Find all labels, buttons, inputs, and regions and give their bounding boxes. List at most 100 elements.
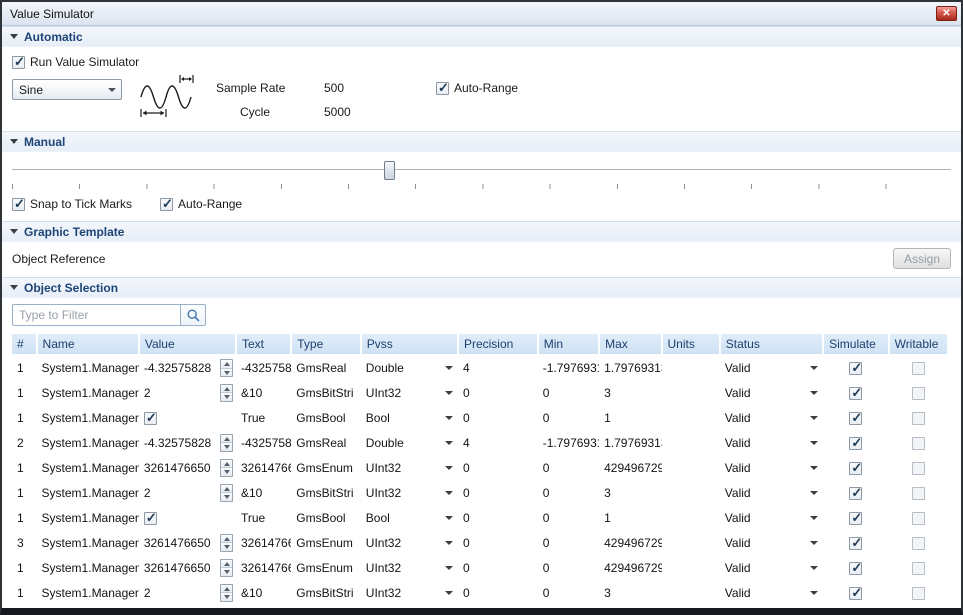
column-header[interactable]: Pvss bbox=[361, 334, 458, 355]
status-dropdown[interactable]: Valid bbox=[720, 380, 823, 405]
value-cell[interactable]: 2 bbox=[139, 480, 236, 505]
status-dropdown[interactable]: Valid bbox=[720, 555, 823, 580]
spinner-down-icon[interactable] bbox=[221, 592, 232, 601]
section-header-object-selection[interactable]: Object Selection bbox=[2, 277, 961, 298]
auto-range-checkbox-automatic[interactable] bbox=[436, 82, 449, 95]
spinner-down-icon[interactable] bbox=[221, 392, 232, 401]
status-dropdown[interactable]: Valid bbox=[720, 580, 823, 605]
pvss-dropdown[interactable]: Double bbox=[361, 355, 458, 380]
spinner-down-icon[interactable] bbox=[221, 467, 232, 476]
column-header[interactable]: Type bbox=[291, 334, 361, 355]
section-header-graphic-template[interactable]: Graphic Template bbox=[2, 221, 961, 242]
value-spinner[interactable] bbox=[220, 484, 233, 502]
status-dropdown[interactable]: Valid bbox=[720, 455, 823, 480]
column-header[interactable]: Text bbox=[236, 334, 291, 355]
status-dropdown[interactable]: Valid bbox=[720, 405, 823, 430]
simulate-checkbox[interactable] bbox=[849, 412, 862, 425]
status-dropdown[interactable]: Valid bbox=[720, 505, 823, 530]
column-header[interactable]: Simulate bbox=[823, 334, 888, 355]
simulate-checkbox[interactable] bbox=[849, 612, 862, 615]
simulate-checkbox[interactable] bbox=[849, 437, 862, 450]
value-cell[interactable] bbox=[139, 405, 236, 430]
column-header[interactable]: Max bbox=[599, 334, 661, 355]
pvss-dropdown[interactable]: Bool bbox=[361, 605, 458, 615]
spinner-down-icon[interactable] bbox=[221, 368, 232, 377]
value-cell[interactable]: 3261476650 bbox=[139, 555, 236, 580]
pvss-dropdown[interactable]: UInt32 bbox=[361, 380, 458, 405]
value-cell[interactable]: 2 bbox=[139, 580, 236, 605]
pvss-dropdown[interactable]: Bool bbox=[361, 505, 458, 530]
column-header[interactable]: Units bbox=[662, 334, 720, 355]
value-spinner[interactable] bbox=[220, 384, 233, 402]
value-cell[interactable]: -4.32575828 bbox=[139, 430, 236, 455]
snap-to-tick-marks-checkbox[interactable] bbox=[12, 198, 25, 211]
auto-range-checkbox-manual[interactable] bbox=[160, 198, 173, 211]
section-header-automatic[interactable]: Automatic bbox=[2, 26, 961, 47]
pvss-dropdown[interactable]: UInt32 bbox=[361, 530, 458, 555]
column-header[interactable]: Precision bbox=[458, 334, 538, 355]
spinner-down-icon[interactable] bbox=[221, 542, 232, 551]
run-value-simulator-checkbox[interactable] bbox=[12, 56, 25, 69]
value-cell[interactable]: 2 bbox=[139, 380, 236, 405]
writable-checkbox[interactable] bbox=[912, 387, 925, 400]
spinner-up-icon[interactable] bbox=[221, 435, 232, 443]
spinner-up-icon[interactable] bbox=[221, 360, 232, 368]
spinner-up-icon[interactable] bbox=[221, 535, 232, 543]
column-header[interactable]: Value bbox=[139, 334, 236, 355]
writable-checkbox[interactable] bbox=[912, 462, 925, 475]
writable-checkbox[interactable] bbox=[912, 587, 925, 600]
slider-groove[interactable] bbox=[12, 169, 951, 171]
waveform-select[interactable]: Sine bbox=[12, 79, 122, 100]
column-header[interactable]: Min bbox=[538, 334, 599, 355]
spinner-up-icon[interactable] bbox=[221, 560, 232, 568]
filter-input[interactable] bbox=[12, 304, 180, 326]
writable-checkbox[interactable] bbox=[912, 362, 925, 375]
simulate-checkbox[interactable] bbox=[849, 512, 862, 525]
simulate-checkbox[interactable] bbox=[849, 362, 862, 375]
slider-thumb[interactable] bbox=[384, 161, 395, 180]
column-header[interactable]: # bbox=[12, 334, 37, 355]
status-dropdown[interactable]: Valid bbox=[720, 605, 823, 615]
pvss-dropdown[interactable]: UInt32 bbox=[361, 555, 458, 580]
value-spinner[interactable] bbox=[220, 459, 233, 477]
spinner-up-icon[interactable] bbox=[221, 585, 232, 593]
spinner-up-icon[interactable] bbox=[221, 460, 232, 468]
column-header[interactable]: Status bbox=[720, 334, 823, 355]
writable-checkbox[interactable] bbox=[912, 612, 925, 615]
column-header[interactable]: Name bbox=[37, 334, 139, 355]
section-header-manual[interactable]: Manual bbox=[2, 131, 961, 152]
search-button[interactable] bbox=[180, 304, 206, 326]
spinner-down-icon[interactable] bbox=[221, 492, 232, 501]
writable-checkbox[interactable] bbox=[912, 512, 925, 525]
pvss-dropdown[interactable]: UInt32 bbox=[361, 580, 458, 605]
spinner-down-icon[interactable] bbox=[221, 567, 232, 576]
value-spinner[interactable] bbox=[220, 359, 233, 377]
status-dropdown[interactable]: Valid bbox=[720, 355, 823, 380]
value-spinner[interactable] bbox=[220, 584, 233, 602]
writable-checkbox[interactable] bbox=[912, 537, 925, 550]
status-dropdown[interactable]: Valid bbox=[720, 430, 823, 455]
pvss-dropdown[interactable]: Bool bbox=[361, 405, 458, 430]
simulate-checkbox[interactable] bbox=[849, 487, 862, 500]
simulate-checkbox[interactable] bbox=[849, 587, 862, 600]
value-cell[interactable] bbox=[139, 605, 236, 615]
writable-checkbox[interactable] bbox=[912, 412, 925, 425]
value-cell[interactable] bbox=[139, 505, 236, 530]
value-cell[interactable]: -4.32575828 bbox=[139, 355, 236, 380]
writable-checkbox[interactable] bbox=[912, 487, 925, 500]
value-cell[interactable]: 3261476650 bbox=[139, 530, 236, 555]
column-header[interactable]: Writable bbox=[889, 334, 948, 355]
pvss-dropdown[interactable]: UInt32 bbox=[361, 455, 458, 480]
close-button[interactable]: ✕ bbox=[936, 6, 957, 21]
value-spinner[interactable] bbox=[220, 559, 233, 577]
value-spinner[interactable] bbox=[220, 434, 233, 452]
value-spinner[interactable] bbox=[220, 534, 233, 552]
manual-value-slider[interactable] bbox=[12, 160, 951, 182]
value-checkbox[interactable] bbox=[144, 412, 157, 425]
writable-checkbox[interactable] bbox=[912, 437, 925, 450]
value-cell[interactable]: 3261476650 bbox=[139, 455, 236, 480]
value-checkbox[interactable] bbox=[144, 512, 157, 525]
writable-checkbox[interactable] bbox=[912, 562, 925, 575]
simulate-checkbox[interactable] bbox=[849, 562, 862, 575]
simulate-checkbox[interactable] bbox=[849, 387, 862, 400]
